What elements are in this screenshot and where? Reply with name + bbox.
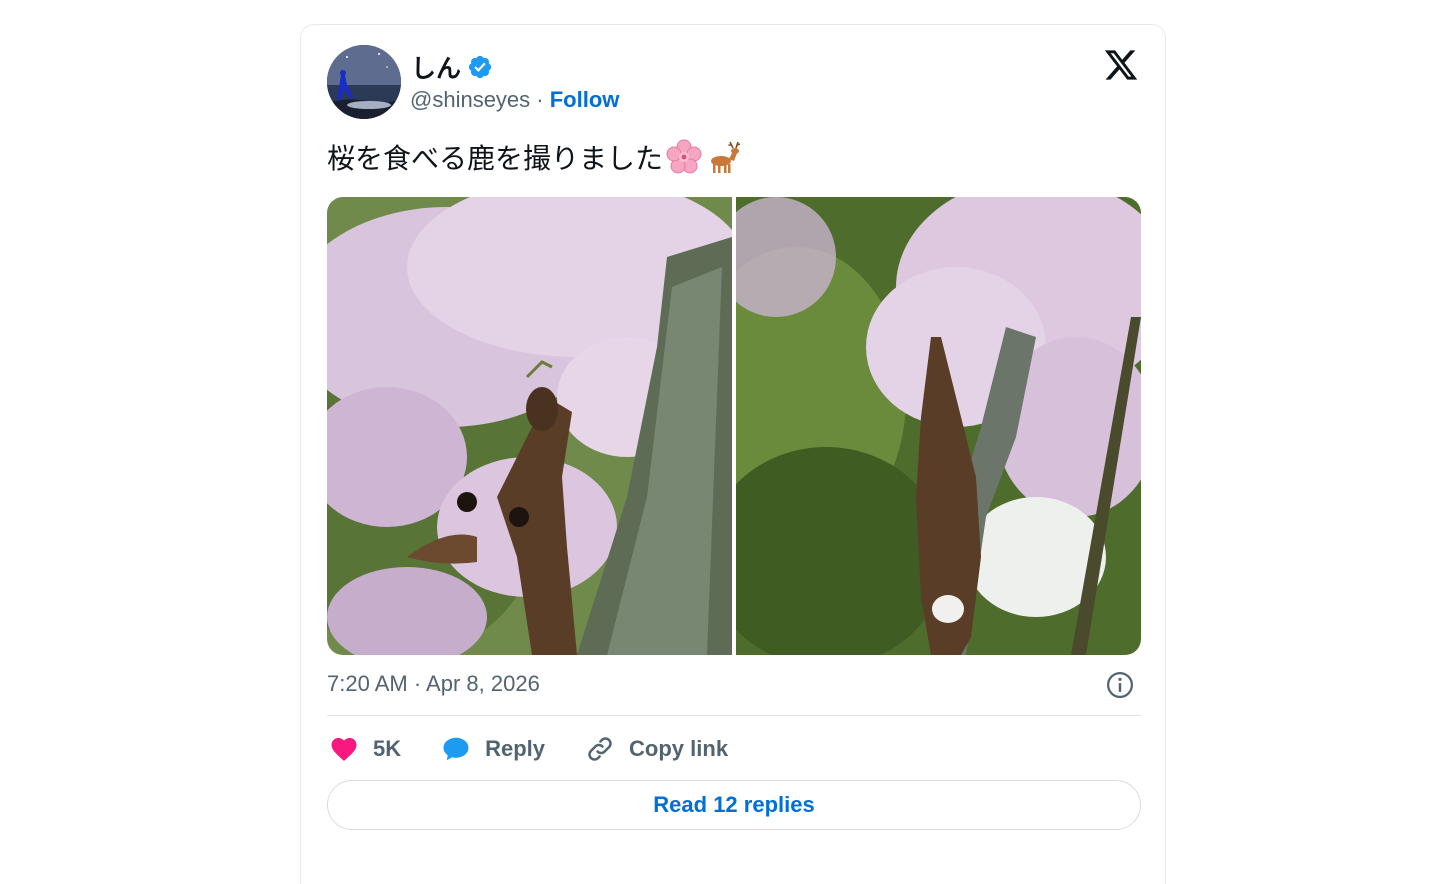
reply-bubble-icon [443,737,469,761]
author-display-name[interactable]: しん [411,49,461,85]
like-count: 5K [373,736,402,761]
reply-button[interactable]: Reply [441,734,545,764]
author-avatar[interactable] [327,45,401,119]
tweet-media [327,197,1141,655]
tweet-timestamp[interactable]: 7:20 AM · Apr 8, 2026 [327,671,540,697]
tweet-actions: 5K Reply Copy link [329,731,768,767]
actions-divider [327,715,1141,716]
like-button[interactable]: 5K [329,734,401,764]
deer-icon [711,141,741,173]
author-handle-row: @shinseyes · Follow [410,87,619,113]
handle-separator: · [530,87,550,112]
follow-button[interactable]: Follow [550,87,620,113]
tweet-photo-2[interactable] [736,197,1141,655]
verified-badge-icon [468,55,492,79]
info-icon[interactable] [1105,670,1135,700]
tweet-text-body: 桜を食べる鹿を撮りました [327,142,664,175]
tweet-card: しん @shinseyes · Follow 桜を食べる鹿を撮りました 7:20… [300,24,1166,884]
reply-label: Reply [485,736,546,761]
copy-link-label: Copy link [629,736,729,761]
tweet-photo-1[interactable] [327,197,732,655]
copy-link-button[interactable]: Copy link [585,734,728,764]
author-name-row: しん [411,51,493,83]
link-icon [588,737,612,761]
cherry-blossom-icon [666,139,702,174]
read-replies-button[interactable]: Read 12 replies [327,780,1141,830]
author-handle[interactable]: @shinseyes [410,87,530,113]
x-logo-icon[interactable] [1103,47,1139,83]
heart-icon [331,738,357,761]
tweet-text: 桜を食べる鹿を撮りました [327,137,741,177]
